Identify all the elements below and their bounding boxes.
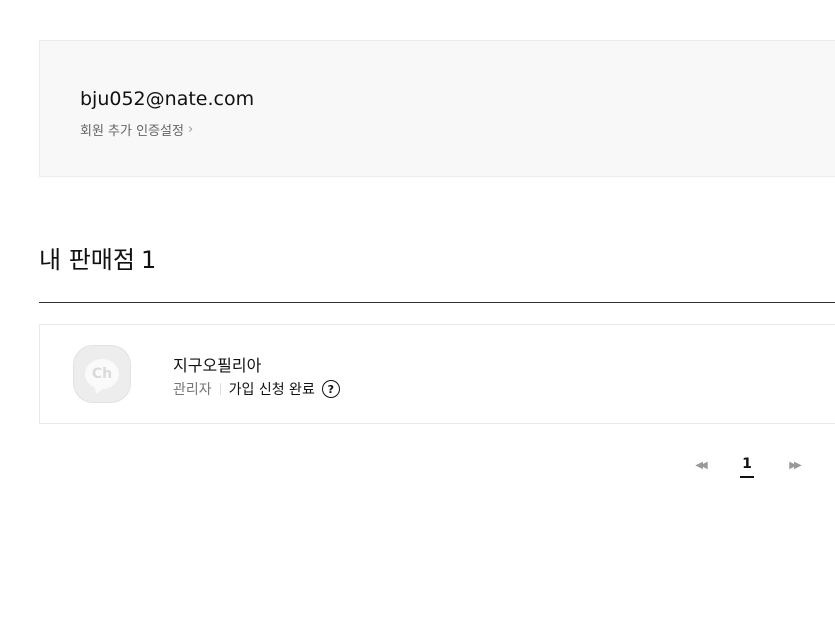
store-status: 가입 신청 완료 [228, 382, 315, 398]
page-title: 내 판매점 1 [39, 240, 156, 275]
section-divider [39, 302, 835, 303]
store-avatar: Ch [73, 345, 131, 403]
page-number-current[interactable]: 1 [740, 456, 754, 478]
chat-bubble-icon: Ch [85, 359, 119, 389]
account-info-box: bju052@nate.com 회원 추가 인증설정 › [39, 40, 835, 177]
avatar-text: Ch [91, 366, 113, 382]
store-meta: 관리자 가입 신청 완료 ? [173, 379, 340, 399]
last-page-icon[interactable]: ▶▶ [784, 460, 804, 471]
store-name[interactable]: 지구오필리아 [173, 352, 261, 376]
chevron-right-icon: › [187, 122, 194, 137]
additional-auth-settings-link[interactable]: 회원 추가 인증설정 › [80, 120, 193, 139]
pagination: ◀◀ 1 ▶▶ [690, 452, 804, 478]
auth-link-label: 회원 추가 인증설정 [80, 124, 184, 139]
help-symbol: ? [327, 382, 335, 396]
account-email: bju052@nate.com [80, 88, 255, 110]
meta-separator [219, 383, 221, 395]
first-page-icon[interactable]: ◀◀ [690, 460, 710, 471]
store-card[interactable]: Ch 지구오필리아 관리자 가입 신청 완료 ? [39, 324, 835, 424]
section-title-text: 내 판매점 [39, 246, 135, 274]
help-icon[interactable]: ? [321, 380, 340, 398]
store-role: 관리자 [173, 382, 212, 398]
store-count: 1 [140, 246, 157, 274]
